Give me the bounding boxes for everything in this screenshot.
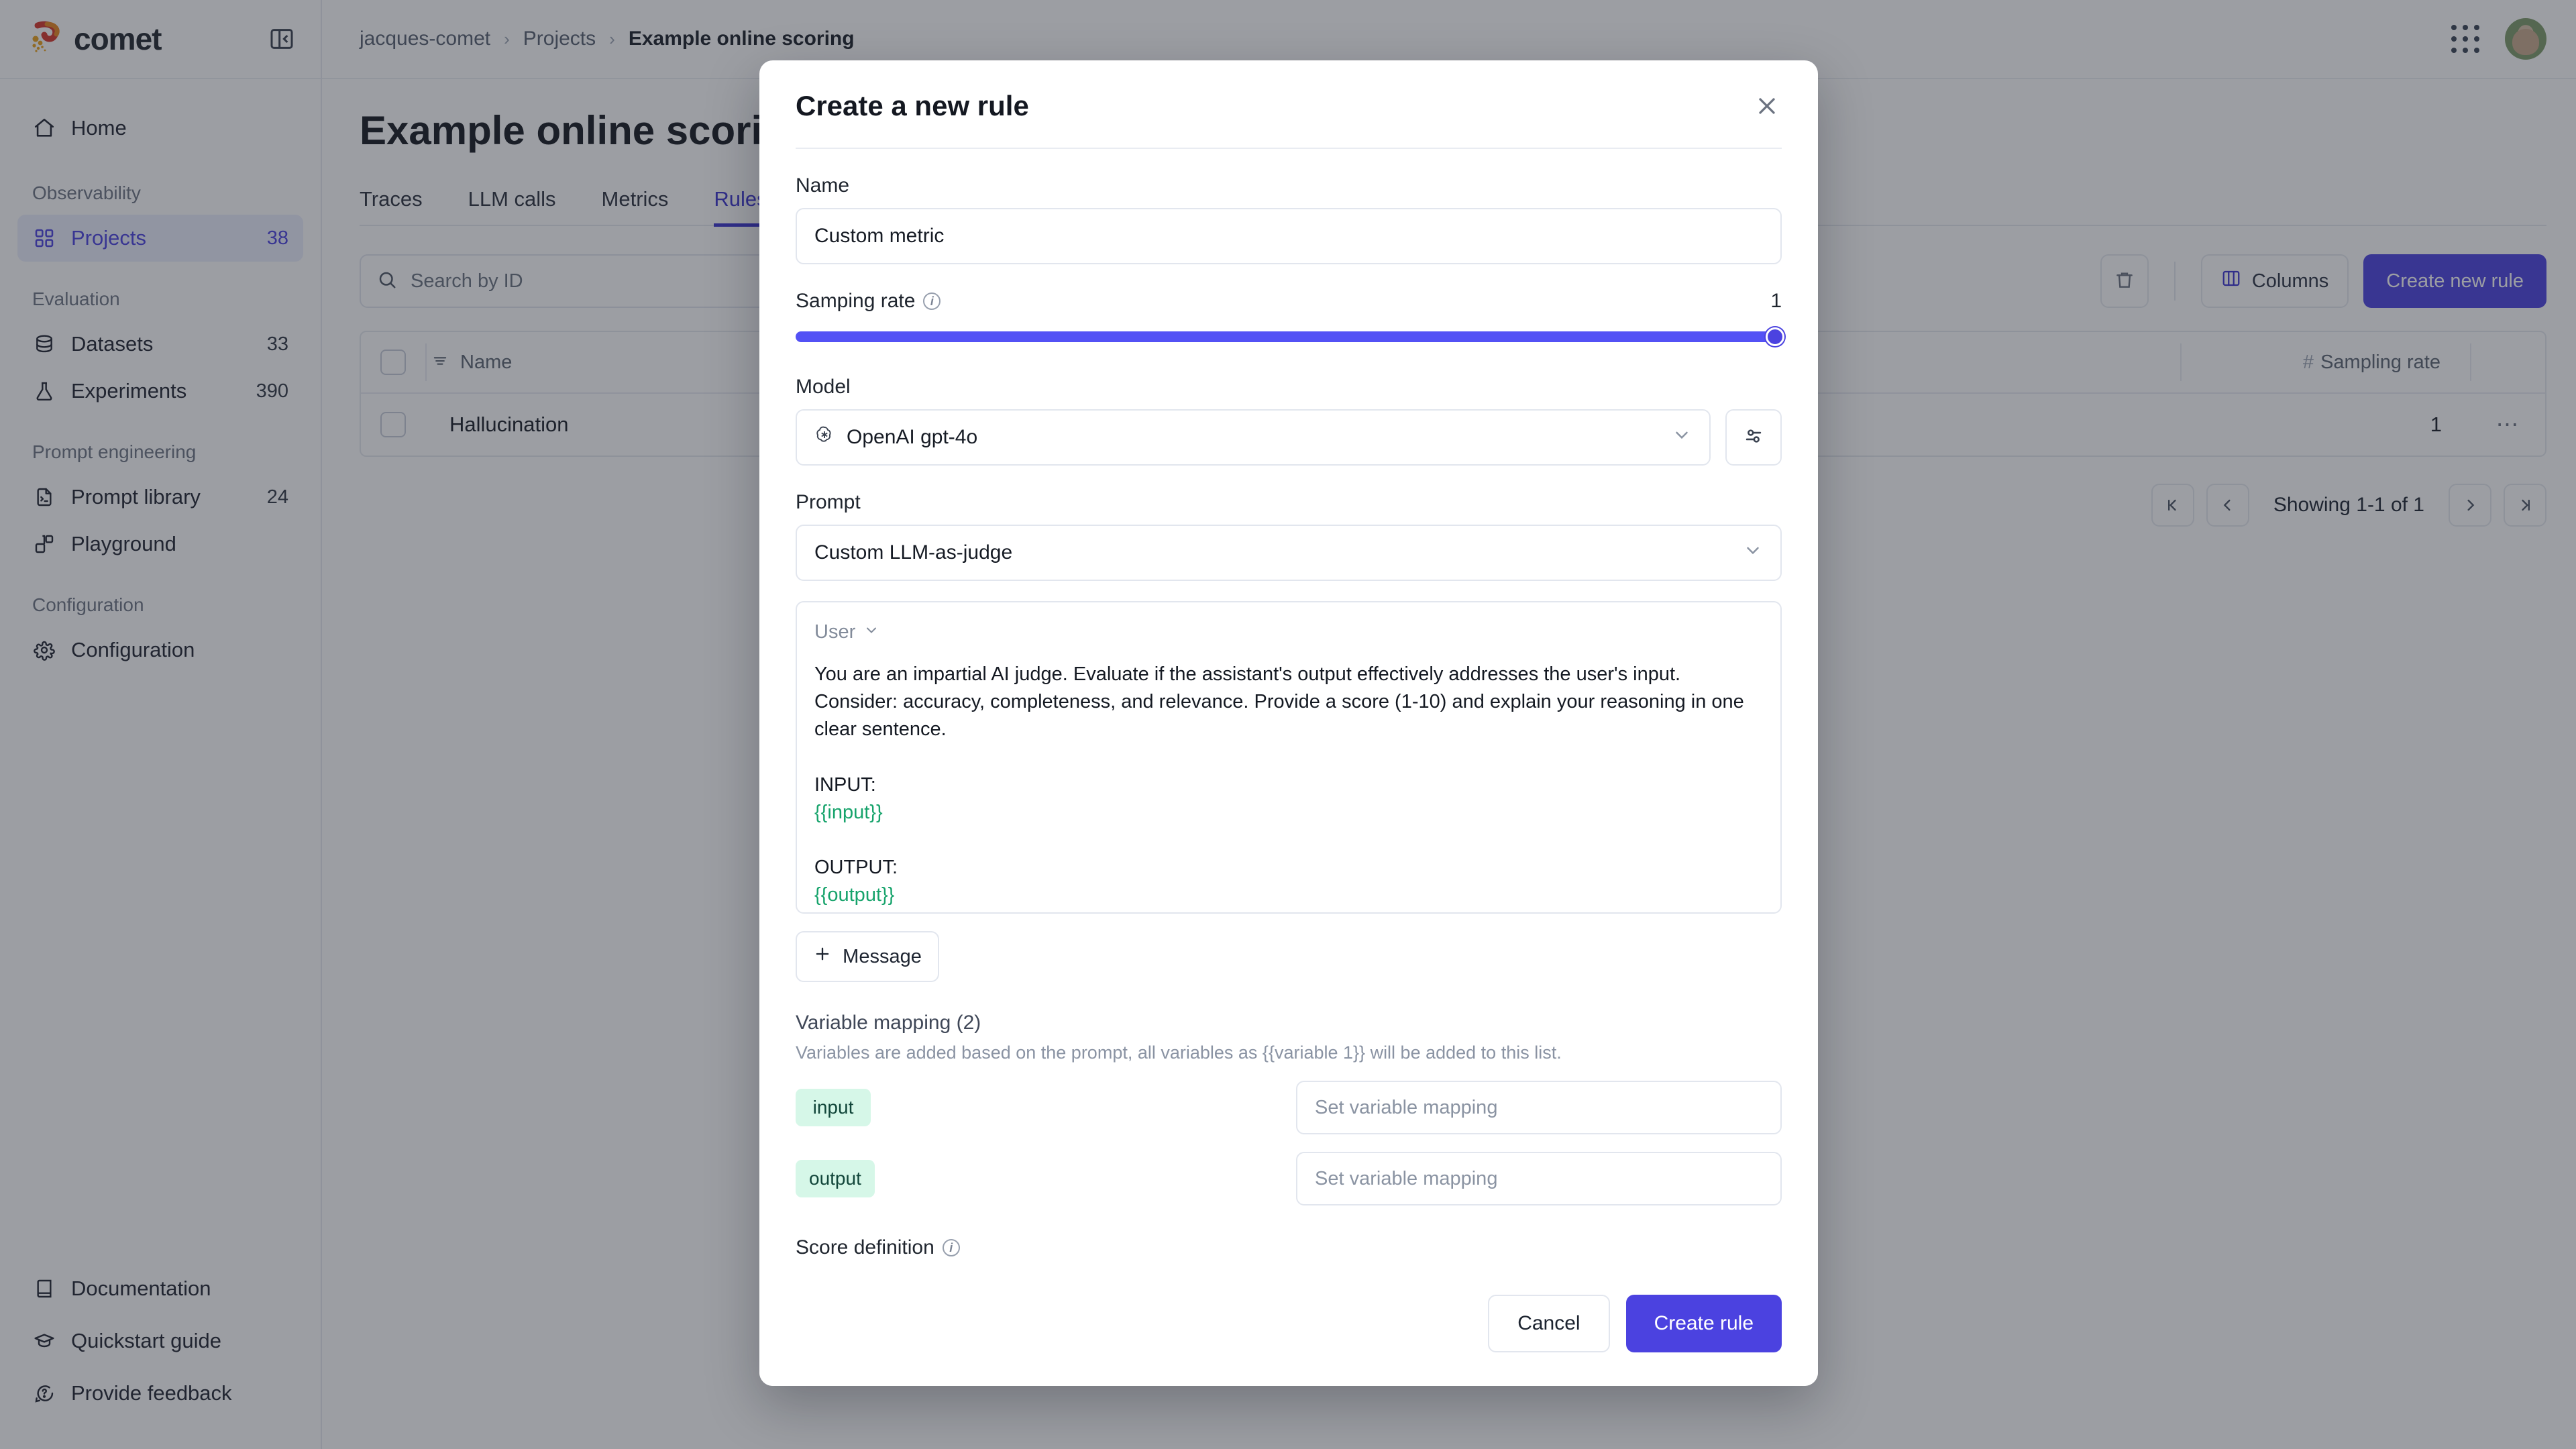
prompt-body-part2: OUTPUT: [814, 857, 898, 879]
name-value: Custom metric [814, 225, 945, 247]
model-settings-button[interactable] [1725, 409, 1782, 466]
chevron-down-icon [1672, 425, 1692, 450]
variable-mapping-row: output Set variable mapping [796, 1152, 1782, 1205]
variable-mapping-subtitle: Variables are added based on the prompt,… [796, 1042, 1562, 1063]
openai-icon [814, 425, 835, 450]
score-definition-label-row: Score definition i [796, 1236, 1782, 1259]
slider-track [796, 331, 1782, 342]
model-select[interactable]: OpenAI gpt-4o [796, 409, 1711, 466]
sampling-rate-label: Samping rate [796, 290, 916, 312]
sampling-rate-slider[interactable] [796, 323, 1784, 350]
score-definition-label: Score definition [796, 1236, 934, 1258]
add-message-button[interactable]: Message [796, 931, 939, 982]
app-root: comet Home Observability Projects 38 Eva… [0, 0, 2576, 1449]
name-field[interactable]: Custom metric [796, 208, 1782, 264]
variable-mapping-placeholder: Set variable mapping [1315, 1167, 1498, 1189]
prompt-variable-input: {{input}} [814, 801, 883, 823]
dialog-header: Create a new rule [759, 60, 1818, 122]
slider-thumb[interactable] [1766, 327, 1784, 346]
message-role-label: User [814, 621, 856, 643]
variable-tag-input: input [796, 1089, 871, 1126]
sliders-icon [1742, 425, 1765, 451]
name-label: Name [796, 174, 850, 197]
prompt-value: Custom LLM-as-judge [814, 541, 1013, 564]
variable-tag-output: output [796, 1160, 875, 1197]
chevron-down-icon [1743, 540, 1763, 566]
prompt-label: Prompt [796, 491, 861, 513]
model-value: OpenAI gpt-4o [847, 426, 978, 448]
info-icon[interactable]: i [923, 292, 941, 310]
dialog-body: Name Custom metric Samping rate i 1 Mode… [759, 149, 1818, 1261]
sampling-rate-label-row: Samping rate i 1 [796, 290, 1782, 313]
create-rule-button[interactable]: Create rule [1625, 1295, 1782, 1352]
chevron-down-icon [863, 621, 879, 643]
model-label: Model [796, 376, 851, 398]
prompt-body-part1: You are an impartial AI judge. Evaluate … [814, 663, 1744, 796]
info-icon[interactable]: i [942, 1239, 960, 1256]
model-row: OpenAI gpt-4o [796, 409, 1782, 466]
plus-icon [813, 945, 832, 969]
variable-mapping-row: input Set variable mapping [796, 1081, 1782, 1134]
sampling-rate-value: 1 [1770, 290, 1782, 312]
create-rule-dialog: Create a new rule Name Custom metric Sam… [759, 60, 1818, 1386]
prompt-variable-output: {{output}} [814, 884, 895, 906]
prompt-select[interactable]: Custom LLM-as-judge [796, 525, 1782, 581]
prompt-body[interactable]: You are an impartial AI judge. Evaluate … [814, 661, 1763, 910]
dialog-footer: Cancel Create rule [759, 1261, 1818, 1386]
message-role-select[interactable]: User [814, 621, 1763, 643]
variable-mapping-input[interactable]: Set variable mapping [1296, 1081, 1782, 1134]
dialog-title: Create a new rule [796, 90, 1029, 121]
prompt-message-card[interactable]: User You are an impartial AI judge. Eval… [796, 601, 1782, 914]
variable-mapping-input[interactable]: Set variable mapping [1296, 1152, 1782, 1205]
close-icon[interactable] [1748, 87, 1786, 125]
variable-mapping-title: Variable mapping (2) [796, 1012, 981, 1034]
cancel-button[interactable]: Cancel [1488, 1295, 1610, 1352]
add-message-label: Message [843, 945, 922, 967]
variable-mapping-placeholder: Set variable mapping [1315, 1096, 1498, 1118]
